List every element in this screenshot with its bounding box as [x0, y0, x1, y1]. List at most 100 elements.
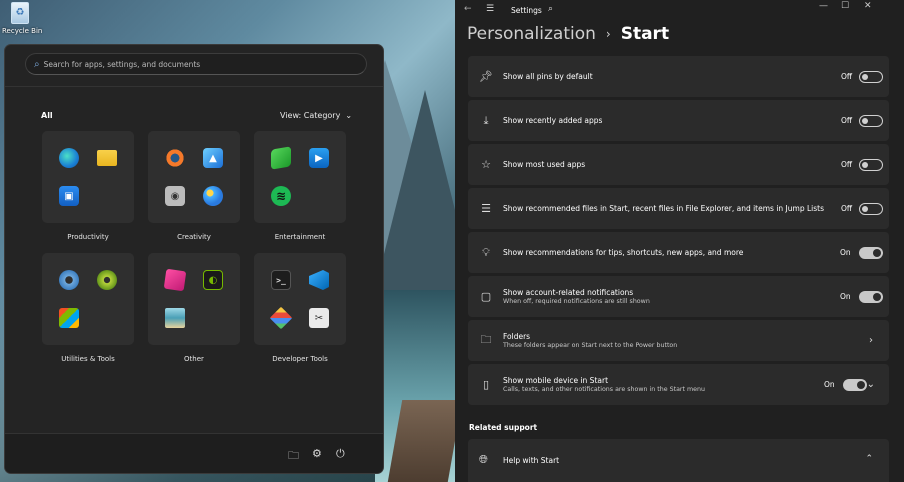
- xbox-icon[interactable]: [309, 186, 329, 206]
- notepad-icon[interactable]: [165, 308, 185, 328]
- toggle-state-text: Off: [841, 160, 853, 169]
- toggle-switch[interactable]: [843, 378, 867, 391]
- toggle-switch[interactable]: [859, 158, 883, 171]
- toggle-switch[interactable]: [859, 246, 883, 259]
- category-card[interactable]: ▲ ◉: [148, 131, 240, 223]
- category-card[interactable]: [42, 253, 134, 345]
- category-utilities-tools[interactable]: Utilities & Tools: [42, 253, 134, 363]
- close-icon[interactable]: ✕: [864, 1, 872, 11]
- category-creativity[interactable]: ▲ ◉ Creativity: [148, 131, 240, 241]
- category-label: Developer Tools: [272, 355, 328, 363]
- start-search-box[interactable]: ⌕: [25, 53, 367, 75]
- setting-row-folders[interactable]: 🗀 Folders These folders appear on Start …: [468, 320, 889, 361]
- category-card[interactable]: ▣: [42, 131, 134, 223]
- search-input[interactable]: [43, 59, 344, 69]
- view-category-label: View: Category: [280, 111, 341, 120]
- lightbulb-icon: 💡︎: [482, 245, 490, 259]
- paint-icon[interactable]: [203, 186, 223, 206]
- toggle-state-text: On: [840, 292, 851, 301]
- search-icon[interactable]: ⌕: [548, 4, 553, 14]
- toggle-switch[interactable]: [859, 70, 883, 83]
- toggle-switch[interactable]: [859, 202, 883, 215]
- settings-gear-icon[interactable]: [59, 270, 79, 290]
- breadcrumb-personalization[interactable]: Personalization: [467, 24, 596, 44]
- category-other[interactable]: ◐ Other: [148, 253, 240, 363]
- settings-window: ← ☰ Settings ⌕ — ☐ ✕ Personalization › S…: [455, 0, 904, 482]
- back-arrow-icon[interactable]: ←: [464, 4, 472, 14]
- setting-row-recently-added[interactable]: ⤓ Show recently added apps Off: [468, 100, 889, 141]
- pin-icon: 📌︎: [479, 70, 493, 83]
- start-menu-footer: 🗀 ⚙ ⏻: [5, 433, 383, 473]
- setting-label: Show most used apps: [503, 160, 586, 169]
- documents-folder-icon[interactable]: 🗀: [288, 447, 299, 466]
- star-icon: ☆: [481, 158, 491, 171]
- phone-icon: ▯: [482, 378, 490, 391]
- vscode-icon[interactable]: [309, 270, 329, 290]
- git-icon[interactable]: [269, 306, 293, 330]
- help-with-start-row[interactable]: 🌐︎ Help with Start ⌃: [468, 439, 889, 482]
- setting-label: Folders: [503, 332, 531, 341]
- chevron-right-icon: ›: [869, 335, 873, 346]
- minimize-icon[interactable]: —: [819, 1, 828, 11]
- tools-icon[interactable]: [97, 308, 117, 328]
- category-card[interactable]: ◐: [148, 253, 240, 345]
- setting-sublabel: When off, required notifications are sti…: [503, 298, 650, 305]
- settings-list: 📌︎ Show all pins by default Off ⤓ Show r…: [468, 56, 889, 408]
- setting-label: Show mobile device in Start: [503, 376, 609, 385]
- chevron-down-icon[interactable]: ⌄: [867, 379, 875, 390]
- category-productivity[interactable]: ▣ Productivity: [42, 131, 134, 241]
- page-title: Start: [620, 24, 670, 44]
- start-menu: ⌕ All View: Category ⌄ ▣ Productivity ▲ …: [4, 44, 384, 474]
- chevron-down-icon: ⌄: [345, 111, 353, 120]
- divider: [5, 86, 383, 87]
- power-icon[interactable]: ⏻: [336, 447, 345, 461]
- view-category-button[interactable]: View: Category ⌄: [280, 111, 352, 120]
- blender-icon[interactable]: [165, 148, 185, 168]
- app-title: Settings: [511, 6, 542, 15]
- multi-app-icon[interactable]: [203, 308, 223, 328]
- toggle-state-text: On: [840, 248, 851, 257]
- file-explorer-icon[interactable]: [97, 150, 117, 166]
- toggle-switch[interactable]: [859, 114, 883, 127]
- category-entertainment[interactable]: ▶ ≋ Entertainment: [254, 131, 346, 241]
- multi-app-icon[interactable]: [97, 186, 117, 206]
- setting-row-show-all-pins[interactable]: 📌︎ Show all pins by default Off: [468, 56, 889, 97]
- wallpaper-mountain: [375, 90, 455, 290]
- globe-icon: 🌐︎: [479, 453, 488, 466]
- setting-row-most-used[interactable]: ☆ Show most used apps Off: [468, 144, 889, 185]
- category-card[interactable]: ▶ ≋: [254, 131, 346, 223]
- store-icon[interactable]: ▣: [59, 186, 79, 206]
- setting-row-mobile-device[interactable]: ▯ Show mobile device in Start Calls, tex…: [468, 364, 889, 405]
- toggle-state-text: Off: [841, 72, 853, 81]
- category-label: Creativity: [177, 233, 211, 241]
- setting-row-account-notifications[interactable]: ▢ Show account-related notifications Whe…: [468, 276, 889, 317]
- toggle-switch[interactable]: [859, 290, 883, 303]
- settings-icon[interactable]: ⚙: [312, 447, 322, 460]
- office-icon[interactable]: [59, 308, 79, 328]
- snip-icon[interactable]: ✂: [309, 308, 329, 328]
- maximize-icon[interactable]: ☐: [841, 1, 849, 11]
- all-apps-heading: All: [41, 111, 53, 120]
- category-card[interactable]: >_ ✂: [254, 253, 346, 345]
- category-developer-tools[interactable]: >_ ✂ Developer Tools: [254, 253, 346, 363]
- spotify-icon[interactable]: ≋: [271, 186, 291, 206]
- help-with-start-label: Help with Start: [503, 456, 560, 465]
- list-icon: ☰: [481, 202, 491, 215]
- edge-icon[interactable]: [59, 148, 79, 168]
- recycle-bin-shortcut[interactable]: ♻ Recycle Bin: [2, 2, 42, 35]
- green-app-icon[interactable]: [271, 146, 291, 170]
- setting-row-recommendations-tips[interactable]: 💡︎ Show recommendations for tips, shortc…: [468, 232, 889, 273]
- pink-app-icon[interactable]: [163, 268, 187, 292]
- movies-icon[interactable]: ▶: [309, 148, 329, 168]
- photos-icon[interactable]: ▲: [203, 148, 223, 168]
- kaspersky-icon[interactable]: [97, 270, 117, 290]
- camera-icon[interactable]: ◉: [165, 186, 185, 206]
- setting-row-recommended-files[interactable]: ☰ Show recommended files in Start, recen…: [468, 188, 889, 229]
- hamburger-menu-icon[interactable]: ☰: [486, 4, 494, 14]
- nvidia-icon[interactable]: ◐: [203, 270, 223, 290]
- recycle-bin-icon: ♻: [11, 2, 29, 24]
- setting-sublabel: Calls, texts, and other notifications ar…: [503, 386, 705, 393]
- terminal-icon[interactable]: >_: [271, 270, 291, 290]
- chevron-up-icon[interactable]: ⌃: [865, 454, 873, 464]
- related-support-heading: Related support: [469, 423, 538, 432]
